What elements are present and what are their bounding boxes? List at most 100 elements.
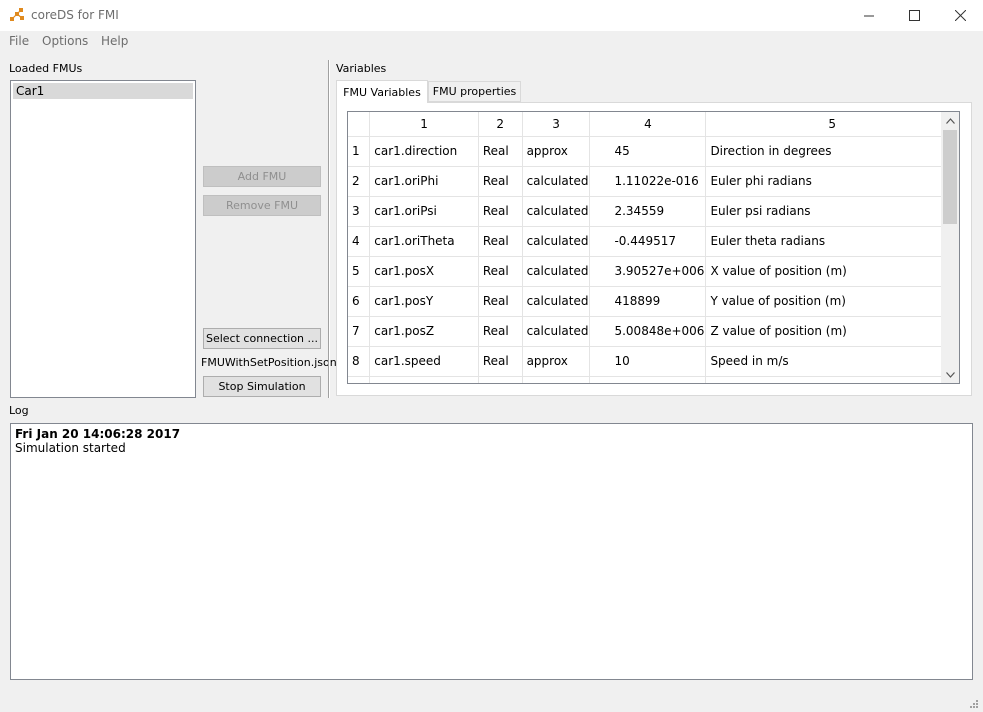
cell-type[interactable]: Real — [478, 166, 523, 197]
cell-description[interactable]: Euler psi radians — [705, 196, 959, 227]
corner-header — [348, 112, 371, 137]
window-title: coreDS for FMI — [31, 8, 119, 22]
cell-type[interactable]: Real — [478, 196, 523, 227]
cell-type[interactable]: Real — [478, 316, 523, 347]
cell-value[interactable]: 10 — [589, 346, 707, 377]
cell-description[interactable]: Direction in degrees — [705, 136, 959, 167]
cell-name[interactable]: car1.oriPsi — [369, 196, 479, 227]
cell-type[interactable]: Real — [478, 346, 523, 377]
cell-type[interactable]: Real — [478, 226, 523, 257]
table-row[interactable]: 3 car1.oriPsi Real calculated 2.34559 Eu… — [348, 196, 959, 227]
table-row[interactable] — [348, 376, 959, 383]
cell-causality[interactable]: calculated — [522, 256, 591, 287]
row-header[interactable]: 8 — [348, 346, 371, 377]
log-timestamp: Fri Jan 20 14:06:28 2017 — [15, 427, 181, 441]
cell-description[interactable]: Z value of position (m) — [705, 316, 959, 347]
tab-fmu-properties[interactable]: FMU properties — [428, 81, 521, 102]
cell-type[interactable]: Real — [478, 136, 523, 167]
table-row[interactable]: 4 car1.oriTheta Real calculated -0.44951… — [348, 226, 959, 257]
cell-causality[interactable] — [522, 376, 591, 383]
cell-causality[interactable]: calculated — [522, 166, 591, 197]
table-row[interactable]: 6 car1.posY Real calculated 418899 Y val… — [348, 286, 959, 317]
table-row[interactable]: 5 car1.posX Real calculated 3.90527e+006… — [348, 256, 959, 287]
table-row[interactable]: 8 car1.speed Real approx 10 Speed in m/s — [348, 346, 959, 377]
list-item[interactable]: Car1 — [13, 83, 193, 99]
cell-type[interactable]: Real — [478, 256, 523, 287]
row-header[interactable]: 3 — [348, 196, 371, 227]
network-nodes-icon — [8, 7, 26, 25]
cell-causality[interactable]: approx — [522, 346, 591, 377]
cell-causality[interactable]: calculated — [522, 226, 591, 257]
menu-file[interactable]: File — [9, 34, 29, 48]
log-message: Simulation started — [15, 441, 126, 455]
stop-simulation-button[interactable]: Stop Simulation — [203, 376, 321, 397]
cell-name[interactable]: car1.oriPhi — [369, 166, 479, 197]
table-row[interactable]: 7 car1.posZ Real calculated 5.00848e+006… — [348, 316, 959, 347]
cell-value[interactable]: -0.449517 — [589, 226, 707, 257]
cell-causality[interactable]: calculated — [522, 286, 591, 317]
cell-description[interactable] — [705, 376, 959, 383]
fmu-list[interactable]: Car1 — [10, 80, 196, 398]
cell-value[interactable]: 45 — [589, 136, 707, 167]
column-header[interactable]: 2 — [478, 112, 523, 137]
cell-name[interactable]: car1.speed — [369, 346, 479, 377]
cell-name[interactable]: car1.posX — [369, 256, 479, 287]
chevron-up-icon — [945, 117, 955, 124]
row-header[interactable]: 5 — [348, 256, 371, 287]
cell-value[interactable]: 418899 — [589, 286, 707, 317]
column-header[interactable]: 4 — [589, 112, 707, 137]
add-fmu-button[interactable]: Add FMU — [203, 166, 321, 187]
menu-help[interactable]: Help — [101, 34, 128, 48]
cell-causality[interactable]: approx — [522, 136, 591, 167]
column-header[interactable]: 5 — [705, 112, 959, 137]
cell-value[interactable] — [589, 376, 707, 383]
cell-name[interactable]: car1.posY — [369, 286, 479, 317]
row-header[interactable]: 1 — [348, 136, 371, 167]
row-header[interactable]: 7 — [348, 316, 371, 347]
row-header[interactable] — [348, 376, 371, 383]
table-row[interactable]: 1 car1.direction Real approx 45 Directio… — [348, 136, 959, 167]
column-header[interactable]: 3 — [522, 112, 591, 137]
cell-name[interactable]: car1.posZ — [369, 316, 479, 347]
cell-value[interactable]: 1.11022e-016 — [589, 166, 707, 197]
remove-fmu-button[interactable]: Remove FMU — [203, 195, 321, 216]
close-icon — [954, 10, 966, 21]
cell-name[interactable]: car1.direction — [369, 136, 479, 167]
column-header[interactable]: 1 — [369, 112, 479, 137]
connection-file-label: FMUWithSetPosition.json — [201, 356, 337, 369]
loaded-fmus-label: Loaded FMUs — [9, 62, 83, 75]
cell-name[interactable]: car1.oriTheta — [369, 226, 479, 257]
cell-type[interactable] — [478, 376, 523, 383]
cell-value[interactable]: 3.90527e+006 — [589, 256, 707, 287]
cell-causality[interactable]: calculated — [522, 316, 591, 347]
scroll-up-button[interactable] — [941, 112, 959, 129]
cell-value[interactable]: 5.00848e+006 — [589, 316, 707, 347]
resize-grip-icon[interactable] — [969, 698, 979, 708]
table-header-row: 1 2 3 4 5 — [348, 112, 959, 137]
variables-table[interactable]: 1 2 3 4 5 1 car1.direction Real approx 4… — [347, 111, 960, 384]
cell-description[interactable]: Euler phi radians — [705, 166, 959, 197]
cell-description[interactable]: X value of position (m) — [705, 256, 959, 287]
menu-options[interactable]: Options — [42, 34, 88, 48]
row-header[interactable]: 4 — [348, 226, 371, 257]
table-row[interactable]: 2 car1.oriPhi Real calculated 1.11022e-0… — [348, 166, 959, 197]
select-connection-button[interactable]: Select connection ... — [203, 328, 321, 349]
cell-description[interactable]: Y value of position (m) — [705, 286, 959, 317]
row-header[interactable]: 6 — [348, 286, 371, 317]
minimize-button[interactable] — [846, 0, 892, 31]
close-button[interactable] — [937, 0, 983, 31]
cell-description[interactable]: Speed in m/s — [705, 346, 959, 377]
cell-type[interactable]: Real — [478, 286, 523, 317]
cell-description[interactable]: Euler theta radians — [705, 226, 959, 257]
vertical-scrollbar[interactable] — [941, 112, 959, 383]
cell-name[interactable] — [369, 376, 479, 383]
maximize-icon — [908, 10, 920, 21]
row-header[interactable]: 2 — [348, 166, 371, 197]
cell-causality[interactable]: calculated — [522, 196, 591, 227]
scroll-down-button[interactable] — [941, 366, 959, 383]
log-output[interactable]: Fri Jan 20 14:06:28 2017 Simulation star… — [10, 423, 973, 680]
cell-value[interactable]: 2.34559 — [589, 196, 707, 227]
scroll-thumb[interactable] — [943, 130, 957, 224]
maximize-button[interactable] — [891, 0, 937, 31]
tab-fmu-variables[interactable]: FMU Variables — [336, 80, 428, 103]
